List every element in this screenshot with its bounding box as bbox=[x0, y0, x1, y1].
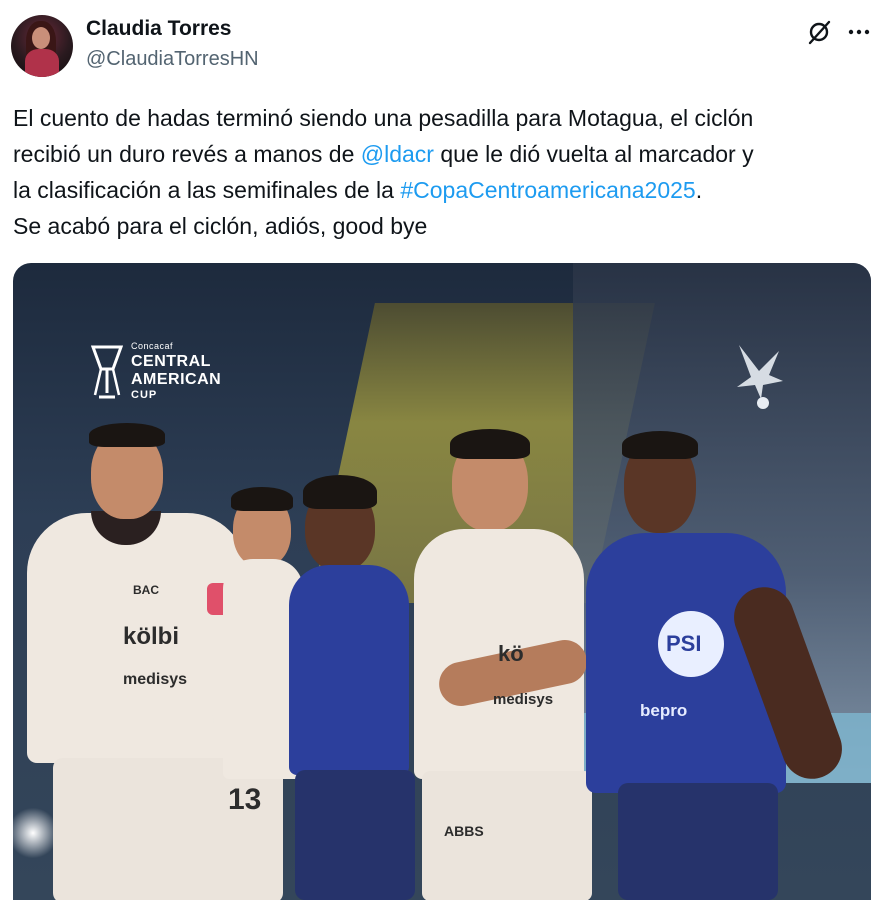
tweet-photo[interactable]: Concacaf CENTRAL AMERICAN CUP kölbi medi… bbox=[13, 263, 871, 900]
sponsor-medisys-2: medisys bbox=[493, 691, 554, 708]
eagle-crest-icon bbox=[737, 345, 783, 409]
tweet-text: El cuento de hadas terminó siendo una pe… bbox=[13, 100, 885, 244]
hashtag-link[interactable]: #CopaCentroamericana2025 bbox=[400, 177, 695, 203]
tweet-line-2-start: recibió un duro revés a manos de bbox=[13, 141, 361, 167]
tweet-line-3-start: la clasificación a las semifinales de la bbox=[13, 177, 401, 203]
sponsor-kolbi-2: kö bbox=[498, 641, 524, 666]
sponsor-abbs: ABBS bbox=[444, 823, 484, 839]
more-icon[interactable] bbox=[845, 18, 873, 46]
sponsor-bepro: bepro bbox=[640, 701, 688, 720]
head bbox=[622, 431, 698, 533]
head bbox=[303, 475, 377, 571]
tweet-line-3-end: . bbox=[695, 177, 703, 203]
avatar-dress bbox=[25, 49, 59, 77]
shorts bbox=[295, 770, 415, 900]
grok-icon[interactable] bbox=[805, 18, 833, 46]
head bbox=[89, 423, 165, 519]
player-blue-right: PSI bepro bbox=[578, 431, 868, 900]
tweet-line-1: El cuento de hadas terminó siendo una pe… bbox=[13, 105, 754, 131]
logo-central-text: CENTRAL bbox=[131, 353, 211, 370]
shorts bbox=[618, 783, 778, 900]
sponsor-medisys: medisys bbox=[123, 671, 188, 688]
tweet-line-2: recibió un duro revés a manos de @ldacr … bbox=[13, 136, 885, 172]
tweet-card: Claudia Torres @ClaudiaTorresHN El cuent… bbox=[0, 0, 893, 900]
central-american-cup-logo: Concacaf CENTRAL AMERICAN CUP bbox=[91, 341, 241, 405]
logo-cup-text: CUP bbox=[131, 389, 158, 401]
author-name[interactable]: Claudia Torres bbox=[86, 17, 231, 41]
sponsor-bac: BAC bbox=[133, 583, 159, 597]
tweet-line-4: Se acabó para el ciclón, adiós, good bye bbox=[13, 213, 428, 239]
tweet-line-2-end: que le dió vuelta al marcador y bbox=[433, 141, 754, 167]
author-handle[interactable]: @ClaudiaTorresHN bbox=[86, 48, 259, 71]
avatar-face bbox=[32, 27, 50, 49]
mention-link[interactable]: @ldacr bbox=[361, 141, 434, 167]
avatar[interactable] bbox=[11, 15, 73, 77]
head bbox=[450, 429, 530, 531]
trophy-icon bbox=[91, 345, 123, 399]
player-blue-middle bbox=[275, 475, 425, 900]
sponsor-kolbi: kölbi bbox=[123, 623, 180, 650]
logo-concacaf-text: Concacaf bbox=[131, 341, 174, 351]
tweet-line-3: la clasificación a las semifinales de la… bbox=[13, 172, 885, 208]
sponsor-pepsi: PSI bbox=[666, 631, 702, 656]
jersey bbox=[289, 565, 409, 775]
logo-american-text: AMERICAN bbox=[131, 371, 222, 388]
